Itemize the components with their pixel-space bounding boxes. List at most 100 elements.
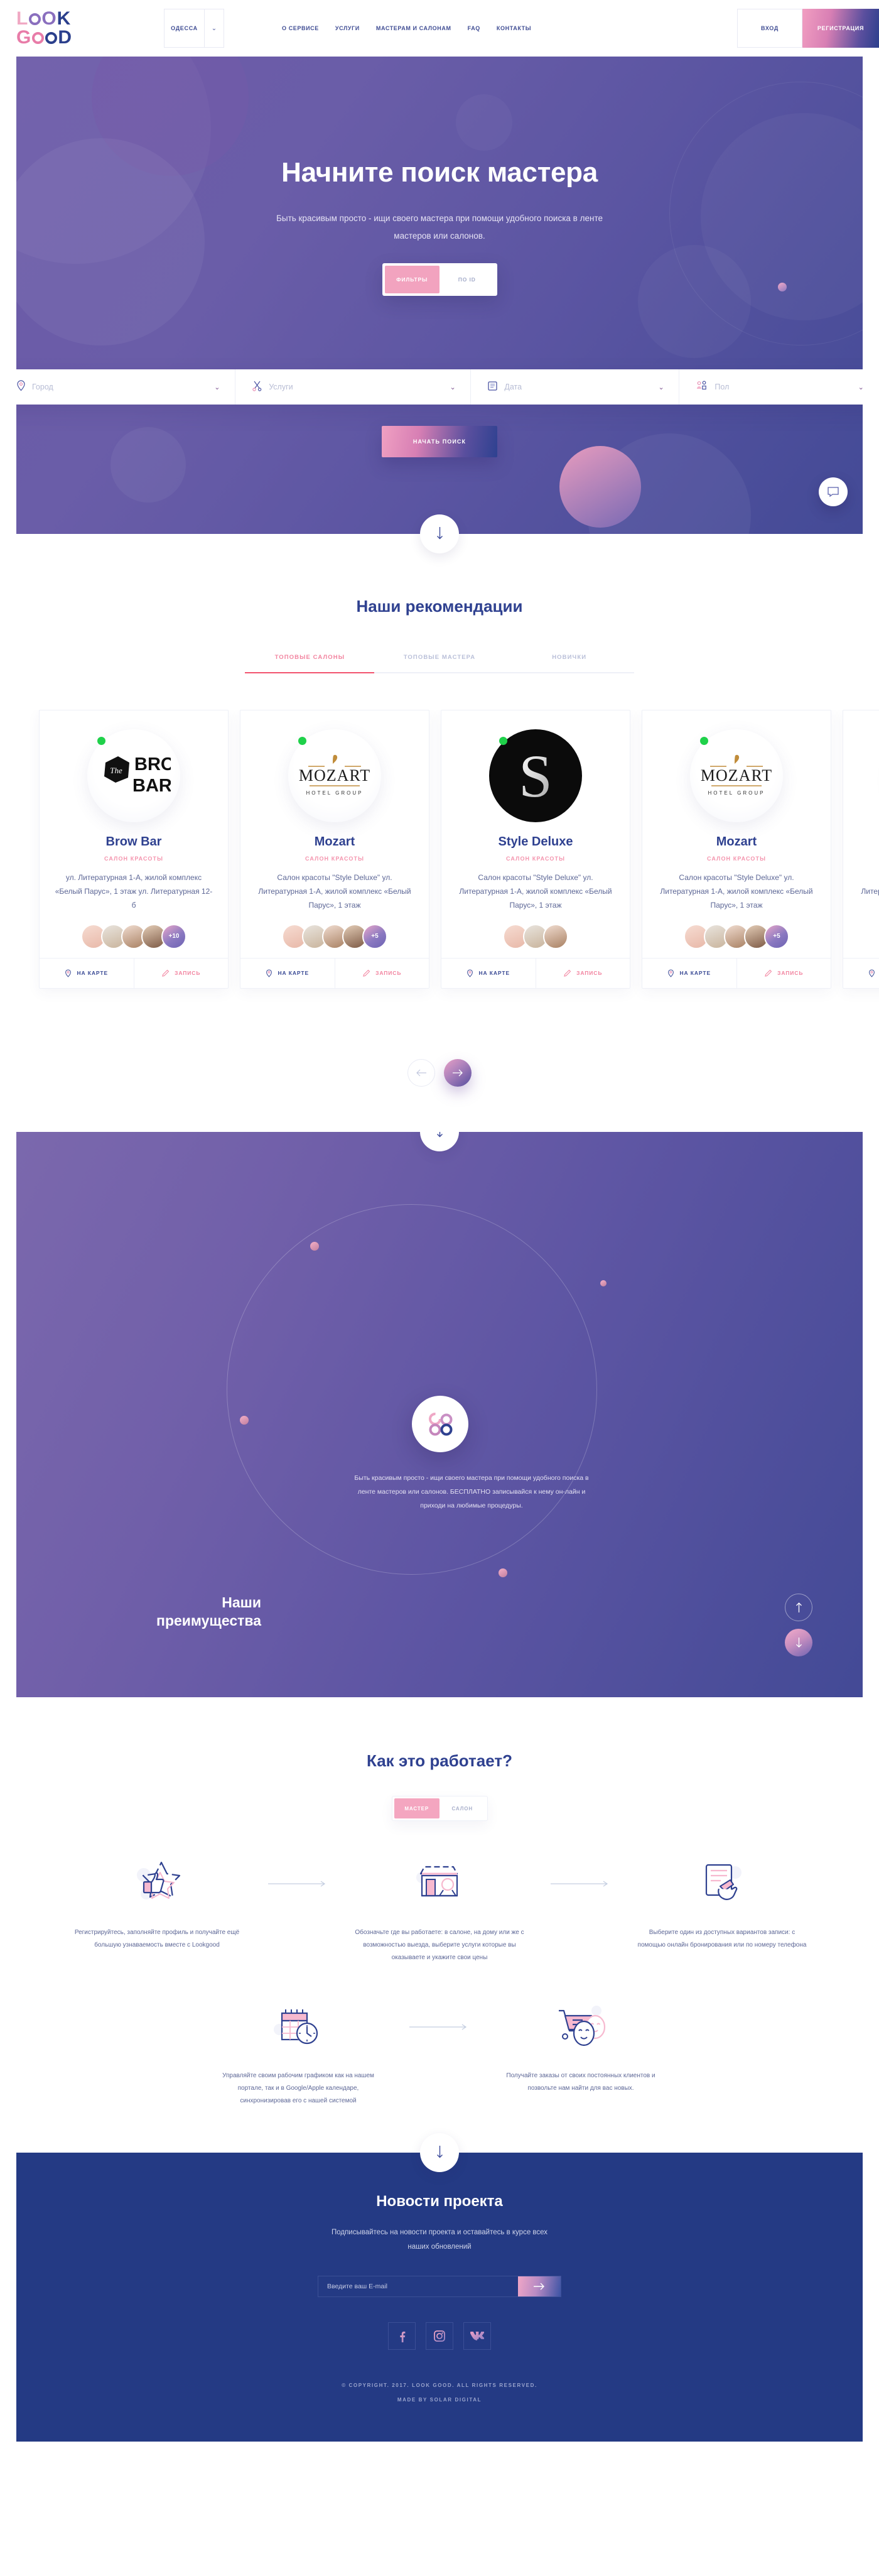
chevron-down-icon[interactable]: ⌄: [205, 25, 224, 32]
chevron-down-icon-services[interactable]: ⌄: [435, 369, 472, 405]
book-button[interactable]: ЗАПИСЬ: [535, 958, 630, 988]
scroll-up-button[interactable]: [785, 1594, 812, 1621]
city-selector[interactable]: ОДЕССА ⌄: [164, 9, 224, 48]
advantages-title-line1: Наши: [222, 1594, 261, 1611]
nav-item-about[interactable]: О СЕРВИСЕ: [282, 25, 319, 31]
instagram-icon[interactable]: [426, 2322, 453, 2350]
search-field-gender[interactable]: Пол: [679, 369, 843, 405]
search-field-date-label: Дата: [504, 383, 522, 391]
toggle-by-id[interactable]: ПО ID: [440, 266, 495, 293]
nav-item-contacts[interactable]: КОНТАКТЫ: [497, 25, 531, 31]
advantages-title-line2: преимущества: [156, 1612, 261, 1629]
carousel-next-button[interactable]: [444, 1059, 472, 1087]
chevron-down-icon-city[interactable]: ⌄: [200, 369, 236, 405]
email-input[interactable]: [318, 2276, 518, 2296]
scroll-down-button-how[interactable]: [420, 2133, 459, 2172]
on-map-label: НА КАРТЕ: [278, 970, 310, 977]
register-button[interactable]: РЕГИСТРАЦИЯ: [802, 9, 879, 48]
scroll-down-button-advantages[interactable]: [785, 1629, 812, 1656]
card-address: ул. Литературная 1-А, жилой комплекс «Бе…: [55, 873, 213, 910]
more-staff-badge[interactable]: +10: [161, 923, 186, 949]
toggle-filters[interactable]: ФИЛЬТРЫ: [384, 266, 440, 294]
facebook-icon[interactable]: [388, 2322, 416, 2350]
online-status-dot: [499, 737, 507, 745]
booking-hand-icon: [628, 1850, 816, 1918]
card-footer: НА КАРТЕ ЗАПИСЬ: [240, 957, 429, 988]
brand-mark-circle: [412, 1396, 468, 1452]
calendar-clock-icon: [204, 1993, 392, 2061]
toggle-master[interactable]: МАСТЕР: [394, 1798, 440, 1818]
online-status-dot: [298, 737, 306, 745]
newsletter-submit-button[interactable]: [518, 2276, 561, 2296]
chevron-down-icon-date[interactable]: ⌄: [644, 369, 680, 405]
search-field-date[interactable]: Дата: [471, 369, 643, 405]
on-map-button[interactable]: НА КАРТЕ: [441, 959, 536, 988]
nav-item-faq[interactable]: FAQ: [468, 25, 480, 31]
more-staff-badge[interactable]: +5: [362, 923, 387, 949]
card-category: САЛОН КРАСОТЫ: [505, 856, 566, 862]
tab-newcomers[interactable]: НОВИЧКИ: [504, 654, 634, 672]
calendar-icon: [487, 380, 498, 394]
on-map-label: НА КАРТЕ: [478, 970, 510, 977]
card-staff-avatars: +10: [53, 923, 214, 949]
card-category: САЛОН КРАСОТЫ: [706, 856, 767, 862]
card-staff-avatars: +5: [857, 924, 879, 949]
scroll-down-button-recommendations[interactable]: [420, 1132, 459, 1151]
card-title: Mozart: [857, 835, 879, 849]
svg-text:MOZART: MOZART: [299, 766, 370, 785]
more-staff-badge[interactable]: +5: [764, 923, 789, 949]
chevron-down-icon-gender[interactable]: ⌄: [843, 369, 863, 405]
tab-top-salons[interactable]: ТОПОВЫЕ САЛОНЫ: [245, 654, 375, 672]
card-category: САЛОН КРАСОТЫ: [857, 856, 879, 862]
toggle-salon[interactable]: САЛОН: [440, 1798, 485, 1818]
carousel-prev-button[interactable]: [407, 1059, 435, 1087]
step-text: Выберите один из доступных вариантов зап…: [637, 1929, 807, 1948]
recommendations-carousel[interactable]: The BROW BAR Brow Bar САЛОН КРАСОТЫ ул. …: [0, 710, 879, 1036]
chat-support-icon[interactable]: [819, 477, 848, 506]
card-footer: НА КАРТЕ ЗАПИСЬ: [642, 957, 831, 988]
newsletter-form: [318, 2276, 561, 2297]
svg-text:The: The: [110, 766, 122, 775]
card-logo-wrap: MOZART HOTEL GROUP: [690, 729, 783, 822]
book-button[interactable]: ЗАПИСЬ: [736, 958, 831, 988]
start-search-button[interactable]: НАЧАТЬ ПОИСК: [382, 426, 497, 457]
card-logo-wrap: MOZART HOTEL GROUP: [288, 729, 381, 822]
how-it-works-toggle: МАСТЕР САЛОН: [391, 1796, 488, 1821]
search-field-city[interactable]: Город: [16, 369, 200, 405]
salon-card[interactable]: S Style Deluxe САЛОН КРАСОТЫ Салон красо…: [441, 710, 630, 989]
nav-item-services[interactable]: УСЛУГИ: [335, 25, 360, 31]
logo[interactable]: LOK GD: [16, 9, 76, 47]
on-map-button[interactable]: НА КАРТЕ: [40, 959, 134, 988]
step-item: Обозначьте где вы работаете: в салоне, н…: [345, 1850, 534, 1964]
city-label: ОДЕССА: [171, 25, 198, 31]
book-label: ЗАПИСЬ: [777, 970, 804, 977]
tab-top-masters[interactable]: ТОПОВЫЕ МАСТЕРА: [375, 654, 505, 672]
star-thumbsup-icon: [63, 1850, 251, 1918]
book-button[interactable]: ЗАПИСЬ: [334, 958, 429, 988]
on-map-button[interactable]: НА КАРТЕ: [240, 959, 335, 988]
step-item: Получайте заказы от своих постоянных кли…: [487, 1993, 675, 2095]
card-footer: НА КАРТЕ ЗАПИСЬ: [441, 957, 630, 988]
salon-card[interactable]: MOZART HOTEL GROUP Mozart САЛОН КРАСОТЫ …: [843, 710, 879, 989]
on-map-button[interactable]: НА КАРТЕ: [642, 959, 736, 988]
login-button[interactable]: ВХОД: [737, 9, 802, 48]
search-field-services-label: Услуги: [269, 383, 293, 391]
gender-people-icon: [696, 380, 708, 394]
search-field-services[interactable]: Услуги: [235, 369, 435, 405]
svg-text:S: S: [519, 742, 552, 810]
salon-card[interactable]: MOZART HOTEL GROUP Mozart САЛОН КРАСОТЫ …: [240, 710, 429, 989]
card-staff-avatars: +5: [656, 923, 817, 949]
step-text: Управляйте своим рабочим графиком как на…: [222, 2072, 374, 2104]
nav-item-masters-salons[interactable]: МАСТЕРАМ И САЛОНАМ: [376, 25, 451, 31]
vk-icon[interactable]: [463, 2322, 491, 2350]
card-address: Салон красоты "Style Deluxe" ул. Литерат…: [258, 873, 411, 910]
card-address: Салон красоты "Style Deluxe" ул. Литерат…: [660, 873, 813, 910]
salon-card[interactable]: MOZART HOTEL GROUP Mozart САЛОН КРАСОТЫ …: [642, 710, 831, 989]
book-button[interactable]: ЗАПИСЬ: [133, 958, 229, 988]
card-body: The BROW BAR Brow Bar САЛОН КРАСОТЫ ул. …: [40, 710, 228, 958]
salon-card[interactable]: The BROW BAR Brow Bar САЛОН КРАСОТЫ ул. …: [39, 710, 229, 989]
on-map-button[interactable]: НА КАРТЕ: [843, 959, 879, 988]
card-footer: НА КАРТЕ ЗАПИСЬ: [843, 957, 879, 988]
scroll-down-button-hero[interactable]: [420, 514, 459, 553]
site-header: LOK GD ОДЕССА ⌄ О СЕРВИСЕ УСЛУГИ МАСТЕРА…: [0, 0, 879, 57]
